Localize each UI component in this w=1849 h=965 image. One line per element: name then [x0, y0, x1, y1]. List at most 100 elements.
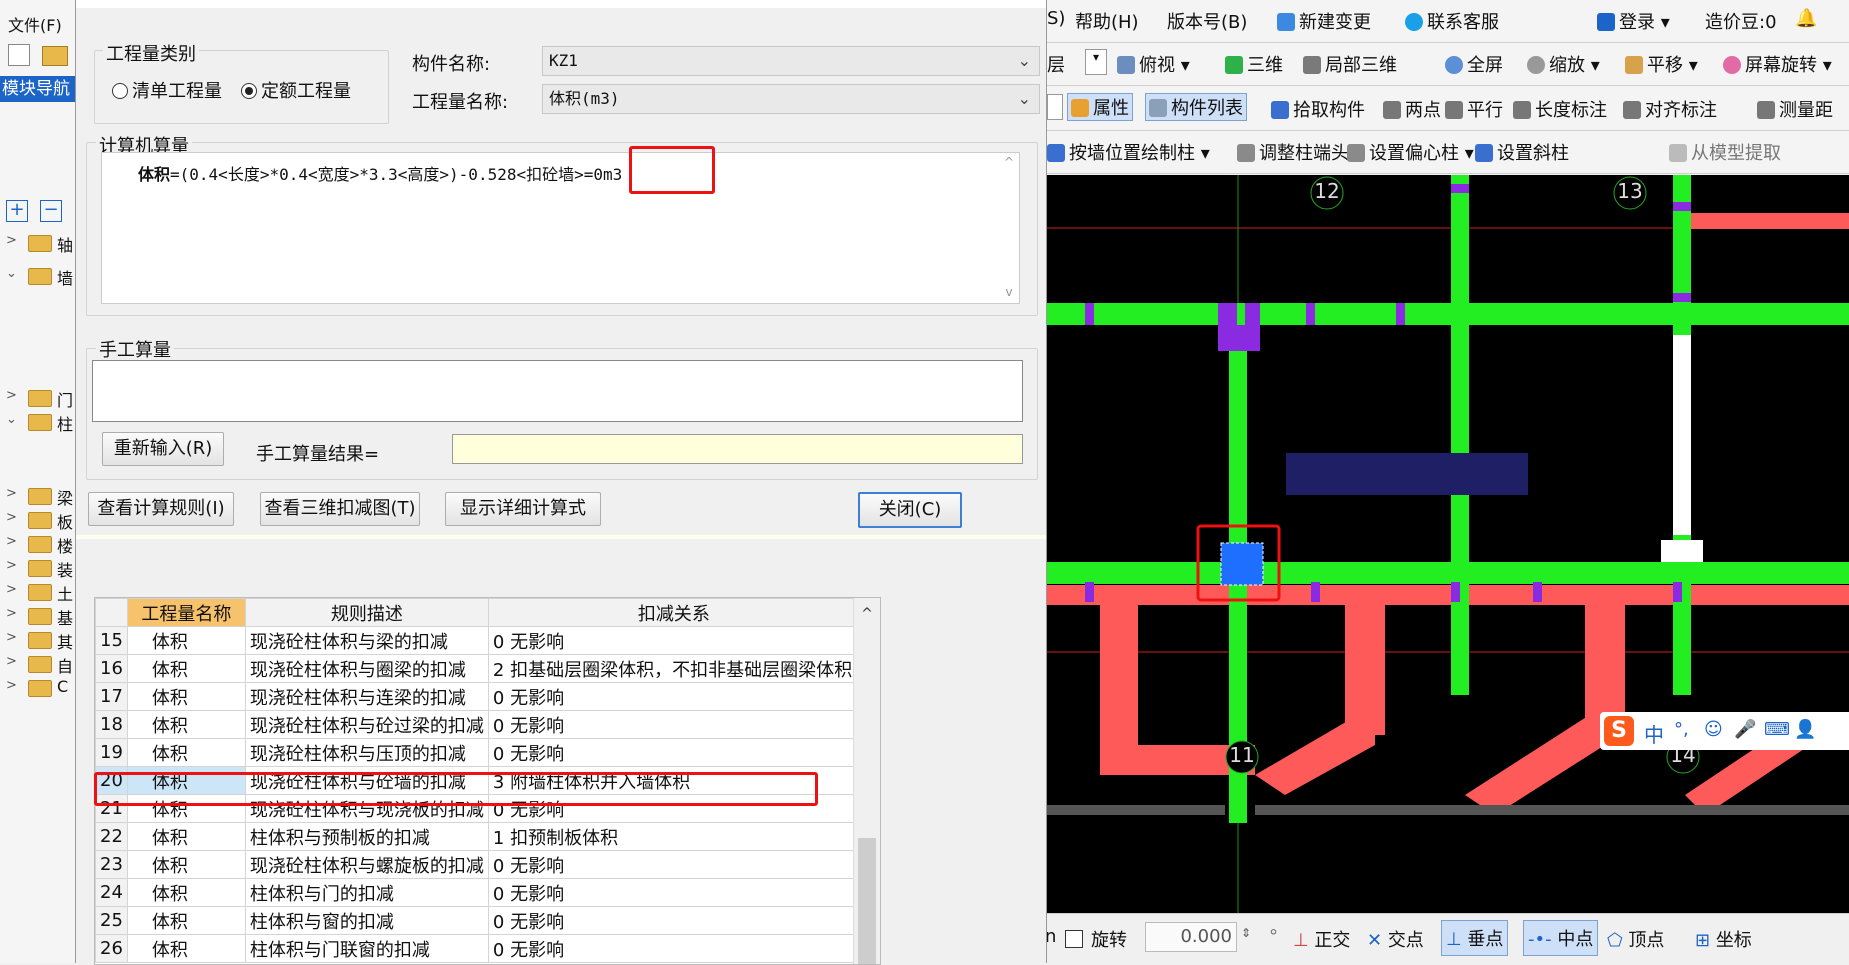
table-row[interactable]: 22 体积 柱体积与预制板的扣减 1 扣预制板体积	[95, 822, 860, 851]
row-deduction-relation[interactable]: 0 无影响	[487, 710, 860, 739]
pick-component-button[interactable]: 拾取构件	[1271, 96, 1365, 122]
table-row[interactable]: 17 体积 现浇砼柱体积与连梁的扣减 0 无影响	[95, 682, 860, 711]
quantity-name-select[interactable]: 体积(m3) ⌄	[542, 84, 1040, 114]
scroll-thumb[interactable]	[858, 838, 876, 964]
chevron-right-icon[interactable]: >	[6, 582, 17, 597]
scroll-up-icon[interactable]: ^	[854, 606, 880, 622]
chevron-down-icon[interactable]: ⌄	[6, 412, 17, 427]
manual-result-input[interactable]	[452, 434, 1023, 464]
close-button[interactable]: 关闭(C)	[858, 492, 962, 528]
menu-version[interactable]: 版本号(B)	[1167, 8, 1247, 34]
chevron-right-icon[interactable]: >	[6, 233, 17, 248]
tree-item[interactable]: > 基	[0, 604, 75, 628]
midpoint-button[interactable]: -•- 中点	[1523, 920, 1599, 956]
formula-textarea[interactable]: 体积=(0.4<长度>*0.4<宽度>*3.3<高度>)-0.528<扣砼墙>=…	[101, 152, 1020, 304]
header-deduction-relation[interactable]: 扣减关系	[487, 598, 860, 627]
view-calc-rules-button[interactable]: 查看计算规则(I)	[88, 492, 234, 526]
tree-item[interactable]: > C	[0, 676, 75, 698]
screen-rotate-button[interactable]: 屏幕旋转 ▾	[1723, 51, 1832, 77]
tree-item[interactable]: > 梁	[0, 484, 75, 508]
row-deduction-relation[interactable]: 1 扣预制板体积	[487, 822, 860, 851]
row-deduction-relation[interactable]: 0 无影响	[487, 850, 860, 879]
tree-item[interactable]: > 其	[0, 628, 75, 652]
extract-from-model-button[interactable]: 从模型提取	[1669, 139, 1781, 165]
angle-input[interactable]: 0.000	[1145, 922, 1237, 952]
chevron-right-icon[interactable]: >	[6, 388, 17, 403]
tree-item[interactable]: ⌄ 柱	[0, 410, 75, 434]
chevron-right-icon[interactable]: >	[6, 630, 17, 645]
menu-help[interactable]: 帮助(H)	[1075, 8, 1139, 34]
measure-button[interactable]: 测量距	[1757, 96, 1833, 122]
floor-dropdown[interactable]: ▾	[1085, 49, 1107, 75]
tree-item[interactable]: ⌄ 墙	[0, 264, 75, 288]
scroll-down-icon[interactable]: v	[1001, 285, 1017, 299]
reenter-button[interactable]: 重新输入(R)	[102, 432, 224, 466]
punctuation-icon[interactable]: °,	[1674, 719, 1689, 740]
formula-scrollbar[interactable]: ^ v	[1001, 155, 1017, 299]
slanted-column-button[interactable]: 设置斜柱	[1475, 139, 1569, 165]
show-detail-formula-button[interactable]: 显示详细计算式	[445, 492, 601, 526]
login-button[interactable]: 登录 ▾	[1597, 8, 1670, 34]
manual-formula-input[interactable]	[92, 360, 1023, 422]
top-view-button[interactable]: 俯视 ▾	[1117, 51, 1190, 77]
tree-item[interactable]: > 门	[0, 386, 75, 410]
microphone-icon[interactable]: 🎤	[1734, 719, 1756, 740]
align-dim-button[interactable]: 对齐标注	[1623, 96, 1717, 122]
radio-quota-quantity[interactable]: 定额工程量	[241, 77, 351, 103]
table-row[interactable]: 25 体积 柱体积与窗的扣减 0 无影响	[95, 906, 860, 935]
tree-item[interactable]: > 土	[0, 580, 75, 604]
chevron-right-icon[interactable]: >	[6, 654, 17, 669]
radio-list-quantity[interactable]: 清单工程量	[112, 77, 222, 103]
table-row[interactable]: 24 体积 柱体积与门的扣减 0 无影响	[95, 878, 860, 907]
view-3d-deduction-button[interactable]: 查看三维扣减图(T)	[260, 492, 420, 526]
chevron-right-icon[interactable]: >	[6, 534, 17, 549]
table-row[interactable]: 16 体积 现浇砼柱体积与圈梁的扣减 2 扣基础层圈梁体积，不扣非基础层圈梁体积	[95, 654, 860, 683]
row-deduction-relation[interactable]: 0 无影响	[487, 626, 860, 655]
tree-item[interactable]: > 楼	[0, 532, 75, 556]
angle-spinner[interactable]: ⇕	[1241, 926, 1251, 940]
chevron-right-icon[interactable]: >	[6, 486, 17, 501]
chevron-right-icon[interactable]: >	[6, 678, 17, 693]
radio-quota-circle[interactable]	[241, 83, 257, 99]
row-deduction-relation[interactable]: 0 无影响	[487, 738, 860, 767]
table-row[interactable]: 26 体积 柱体积与门联窗的扣减 0 无影响	[95, 934, 860, 963]
eccentric-column-button[interactable]: 设置偏心柱 ▾	[1347, 139, 1474, 165]
radio-list-circle[interactable]	[112, 83, 128, 99]
length-dim-button[interactable]: 长度标注	[1513, 96, 1607, 122]
table-scrollbar[interactable]: ^	[853, 598, 880, 964]
fullscreen-button[interactable]: 全屏	[1445, 51, 1503, 77]
chevron-right-icon[interactable]: >	[6, 510, 17, 525]
draw-by-wall-button[interactable]: 按墙位置绘制柱 ▾	[1047, 139, 1210, 165]
contact-service-button[interactable]: 联系客服	[1405, 8, 1499, 34]
row-deduction-relation[interactable]: 0 无影响	[487, 934, 860, 963]
menu-file[interactable]: 文件(F)	[8, 12, 62, 36]
table-row[interactable]: 18 体积 现浇砼柱体积与砼过梁的扣减 0 无影响	[95, 710, 860, 739]
table-row[interactable]: 15 体积 现浇砼柱体积与梁的扣减 0 无影响	[95, 626, 860, 655]
chevron-down-icon[interactable]: ⌄	[6, 266, 17, 281]
ime-toolbar[interactable]: S 中 °, ☺ 🎤 ⌨ 👤	[1600, 712, 1849, 750]
rotate-checkbox[interactable]	[1065, 930, 1083, 948]
new-file-icon[interactable]	[8, 44, 30, 66]
chevron-right-icon[interactable]: >	[6, 558, 17, 573]
properties-button[interactable]: 属性	[1067, 93, 1133, 121]
partial-3d-button[interactable]: 局部三维	[1303, 51, 1397, 77]
tree-item[interactable]: > 装	[0, 556, 75, 580]
two-points-button[interactable]: 两点	[1383, 96, 1441, 122]
cad-drawing-canvas[interactable]: 12 13 11 14 S 中 °, ☺ 🎤 ⌨ 👤	[1045, 175, 1849, 913]
skin-icon[interactable]: 👤	[1794, 719, 1816, 740]
emoji-icon[interactable]: ☺	[1704, 719, 1723, 740]
pan-button[interactable]: 平移 ▾	[1625, 51, 1698, 77]
menu-s[interactable]: S)	[1047, 8, 1065, 29]
intersect-button[interactable]: ✕ 交点	[1367, 926, 1424, 952]
row-deduction-relation[interactable]: 0 无影响	[487, 906, 860, 935]
row-deduction-relation[interactable]: 0 无影响	[487, 682, 860, 711]
scroll-up-icon[interactable]: ^	[1001, 155, 1017, 169]
perpendicular-button[interactable]: ⊥ 垂点	[1441, 920, 1509, 956]
module-navigation-tab[interactable]: 模块导航	[0, 76, 77, 102]
row-deduction-relation[interactable]: 2 扣基础层圈梁体积，不扣非基础层圈梁体积	[487, 654, 860, 683]
tree-item[interactable]: > 自	[0, 652, 75, 676]
keyboard-icon[interactable]: ⌨	[1764, 719, 1790, 740]
tree-item[interactable]: > 板	[0, 508, 75, 532]
row-deduction-relation[interactable]: 0 无影响	[487, 878, 860, 907]
new-change-button[interactable]: 新建变更	[1277, 8, 1371, 34]
